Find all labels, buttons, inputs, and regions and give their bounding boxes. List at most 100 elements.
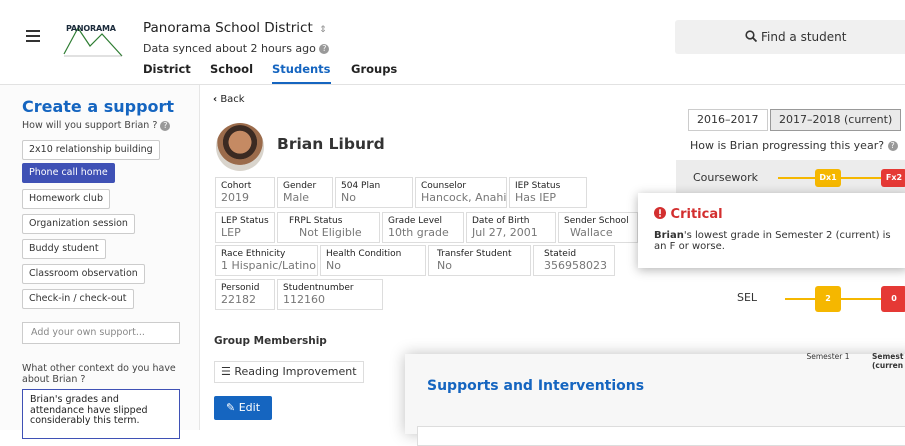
support-option[interactable]: Check-in / check-out <box>22 289 134 309</box>
logo-text: PANORAMA <box>66 24 116 33</box>
field-transfer-student: Transfer Student No <box>428 245 531 276</box>
support-option[interactable]: 2x10 relationship building <box>22 140 160 160</box>
field-label: Cohort <box>221 181 252 191</box>
support-option[interactable]: Organization session <box>22 214 135 234</box>
nav-groups[interactable]: Groups <box>351 62 397 76</box>
top-bar: PANORAMA Panorama School District ⇕ Data… <box>0 0 905 85</box>
field-stateid: Stateid 356958023 <box>533 245 615 276</box>
field-value: No <box>437 259 452 272</box>
student-search[interactable]: Find a student <box>675 20 905 54</box>
select-arrows-icon: ⇕ <box>319 25 327 35</box>
sel-badge-semester2[interactable]: 0 <box>881 286 905 312</box>
field-value: Not Eligible <box>299 226 362 239</box>
field-value: LEP <box>221 226 241 239</box>
field-cohort: Cohort 2019 <box>215 177 275 208</box>
edit-label: Edit <box>238 401 261 414</box>
field-gender: Gender Male <box>277 177 333 208</box>
field-lep-status: LEP Status LEP <box>215 212 275 243</box>
nav-district[interactable]: District <box>143 62 191 76</box>
subtitle-text: How will you support Brian ? <box>22 120 158 131</box>
progress-question: How is Brian progressing this year? ? <box>690 139 898 152</box>
field-label: Grade Level <box>388 216 443 226</box>
list-icon: ☰ <box>221 365 231 378</box>
data-sync-status: Data synced about 2 hours ago ? <box>143 42 330 55</box>
field-label: Gender <box>283 181 317 191</box>
field-504-plan: 504 Plan No <box>335 177 413 208</box>
supports-panel: Supports and Interventions <box>405 354 905 446</box>
field-counselor: Counselor Hancock, Anahi <box>415 177 507 208</box>
field-label: Sender School <box>564 216 629 226</box>
field-label: 504 Plan <box>341 181 381 191</box>
field-label: Health Condition <box>326 249 402 259</box>
coursework-badge-semester2[interactable]: Fx2 <box>881 169 905 187</box>
sidebar-subtitle: How will you support Brian ? ? <box>22 120 171 131</box>
field-iep-status: IEP Status Has IEP <box>509 177 587 208</box>
field-sender-school: Sender School Wallace <box>558 212 638 243</box>
panorama-logo[interactable]: PANORAMA <box>58 20 128 60</box>
back-text: Back <box>220 94 245 105</box>
coursework-label: Coursework <box>693 171 759 184</box>
field-value: No <box>326 259 341 272</box>
edit-button[interactable]: ✎ Edit <box>214 396 272 420</box>
field-label: IEP Status <box>515 181 561 191</box>
chevron-left-icon: ‹ <box>213 94 218 105</box>
field-race-ethnicity: Race Ethnicity 1 Hispanic/Latino <box>215 245 318 276</box>
year-tab-current[interactable]: 2017–2018 (current) <box>770 109 902 131</box>
group-chip[interactable]: ☰ Reading Improvement <box>214 361 364 383</box>
field-label: Studentnumber <box>283 283 354 293</box>
field-personid: Personid 22182 <box>215 279 275 310</box>
search-icon <box>745 30 757 42</box>
group-name: Reading Improvement <box>234 365 357 378</box>
district-name: Panorama School District <box>143 20 313 36</box>
critical-popover: Critical Brian's lowest grade in Semeste… <box>638 193 905 268</box>
coursework-badge-semester1[interactable]: Dx1 <box>815 169 841 187</box>
field-label: LEP Status <box>221 216 269 226</box>
field-date-of-birth: Date of Birth Jul 27, 2001 <box>466 212 556 243</box>
support-option-selected[interactable]: Phone call home <box>22 163 115 183</box>
field-health-condition: Health Condition No <box>320 245 426 276</box>
field-frpl-status: FRPL Status Not Eligible <box>277 212 380 243</box>
sel-badge-semester1[interactable]: 2 <box>815 286 841 312</box>
field-value: 2019 <box>221 191 249 204</box>
nav-students[interactable]: Students <box>272 62 331 84</box>
field-label: Counselor <box>421 181 467 191</box>
popover-title: Critical <box>654 207 723 222</box>
popover-student-name: Brian <box>654 230 684 241</box>
alert-circle-icon <box>654 207 666 219</box>
field-value: 356958023 <box>544 259 607 272</box>
field-value: 1 Hispanic/Latino <box>221 259 316 272</box>
progress-question-text: How is Brian progressing this year? <box>690 139 885 152</box>
back-link[interactable]: ‹ Back <box>213 94 245 105</box>
nav-school[interactable]: School <box>210 62 253 76</box>
supports-content <box>417 426 905 446</box>
field-label: Date of Birth <box>472 216 530 226</box>
student-name: Brian Liburd <box>277 135 385 153</box>
year-tab-2016[interactable]: 2016–2017 <box>688 109 768 131</box>
help-icon[interactable]: ? <box>160 120 171 131</box>
field-value: Male <box>283 191 310 204</box>
pencil-icon: ✎ <box>225 401 236 414</box>
district-selector[interactable]: Panorama School District ⇕ <box>143 20 327 36</box>
add-support-input[interactable]: Add your own support... <box>22 322 180 344</box>
field-value: 22182 <box>221 293 256 306</box>
field-value: Has IEP <box>515 191 557 204</box>
context-textarea[interactable]: Brian's grades and attendance have slipp… <box>22 389 180 439</box>
sidebar-title: Create a support <box>22 97 175 116</box>
semester-1-label: Semester 1 <box>806 352 850 361</box>
coursework-row: Coursework Dx1 Fx2 <box>676 160 905 196</box>
avatar <box>216 123 264 171</box>
help-icon[interactable]: ? <box>319 44 330 54</box>
support-option[interactable]: Buddy student <box>22 239 106 259</box>
hamburger-menu-icon[interactable] <box>26 30 40 42</box>
group-membership-title: Group Membership <box>214 335 327 347</box>
sel-label: SEL <box>737 291 758 304</box>
field-value: Hancock, Anahi <box>421 191 507 204</box>
support-option[interactable]: Classroom observation <box>22 264 145 284</box>
support-option[interactable]: Homework club <box>22 189 110 209</box>
field-value: 10th grade <box>388 226 449 239</box>
field-studentnumber: Studentnumber 112160 <box>277 279 383 310</box>
field-value: Wallace <box>570 226 613 239</box>
help-icon[interactable]: ? <box>887 141 898 151</box>
field-value: No <box>341 191 356 204</box>
field-label: FRPL Status <box>289 216 343 226</box>
